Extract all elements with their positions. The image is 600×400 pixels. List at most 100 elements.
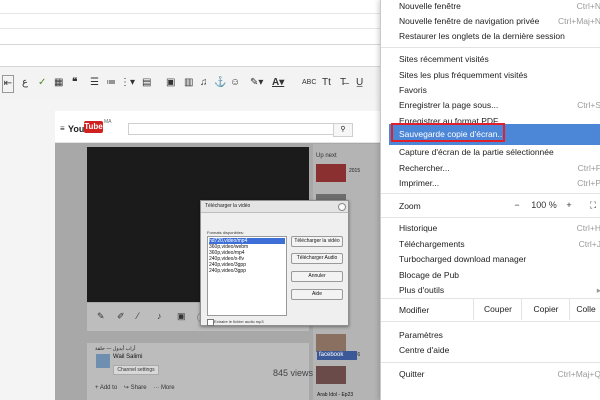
strike-icon[interactable]: T̶ (340, 75, 346, 91)
pen-icon[interactable]: ✎ (97, 311, 105, 322)
zoom-label: Zoom (399, 201, 421, 211)
share-button[interactable]: ↪ Share (124, 385, 147, 391)
highlight-icon[interactable]: ✎▾ (250, 75, 263, 91)
fullscreen-icon[interactable]: ⛶ (585, 200, 600, 211)
channel-name[interactable]: Wail Salimi (113, 354, 142, 360)
font-size-icon[interactable]: Tt (322, 75, 331, 91)
dialog-title: Télécharger la vidéo (205, 203, 251, 209)
formats-list[interactable]: hd720,video/mp4 360p,video/webm 360p,vid… (207, 236, 287, 316)
video-actions: + Add to ↪ Share ··· More (95, 384, 175, 391)
shortcut-new-incognito: Ctrl+Maj+N (558, 16, 600, 26)
menu-item-new-incognito[interactable]: Nouvelle fenêtre de navigation privée (399, 16, 539, 26)
close-icon[interactable] (338, 203, 346, 211)
menu-separator (381, 47, 600, 48)
menu-item-downloads[interactable]: Téléchargements (399, 239, 465, 249)
menu-separator (381, 193, 600, 194)
youtube-region: MA (104, 119, 112, 125)
shortcut-downloads: Ctrl+J (578, 239, 600, 249)
numbered-list-icon[interactable]: ⋮▾ (120, 75, 135, 91)
more-button[interactable]: ··· More (153, 385, 174, 391)
chrome-menu: Nouvelle fenêtre Ctrl+N Nouvelle fenêtre… (380, 0, 600, 400)
video-thumbnail[interactable] (316, 164, 346, 182)
quote-icon[interactable]: ❝ (72, 75, 77, 91)
menu-item-save-page[interactable]: Enregistrer la page sous... (399, 100, 498, 110)
music-icon[interactable]: ♫ (200, 75, 208, 91)
menu-item-help-center[interactable]: Centre d'aide (399, 345, 449, 355)
download-audio-button[interactable]: Télécharger Audio (291, 253, 343, 264)
menu-separator (381, 362, 600, 363)
anchor-icon[interactable]: ⚓ (214, 75, 226, 91)
menu-item-quit[interactable]: Quitter (399, 369, 425, 379)
thumb-year: 2015 (349, 168, 361, 174)
menu-item-new-window[interactable]: Nouvelle fenêtre (399, 1, 461, 11)
bullet-list-icon[interactable]: ≔ (106, 75, 116, 91)
up-next-label: Up next (316, 153, 337, 159)
extract-audio-label: Extraire le fichier audio mp3 (214, 319, 264, 324)
indent-icon[interactable]: ⇤ (2, 75, 14, 93)
video-title: أراب أيدول — حلقة (95, 346, 136, 352)
menu-item-most-visited[interactable]: Sites les plus fréquemment visités (399, 70, 528, 80)
shortcut-save-page: Ctrl+S (577, 100, 600, 110)
menu-item-more-tools[interactable]: Plus d'outils (399, 285, 444, 295)
underline-icon[interactable]: U̲ (356, 75, 363, 91)
abc-icon[interactable]: ABC (302, 75, 316, 91)
video-thumbnail[interactable] (316, 334, 346, 352)
crop-icon[interactable]: ▣ (177, 311, 186, 322)
sidebar-video-title[interactable]: Arab Idol - Ep23 (317, 392, 353, 398)
avatar[interactable] (96, 354, 110, 368)
callout-box (391, 123, 505, 142)
channel-settings-button[interactable]: Channel settings (113, 365, 159, 375)
menu-item-restore-tabs[interactable]: Restaurer les onglets de la dernière ses… (399, 31, 565, 41)
download-dialog: Télécharger la vidéo Formats disponibles… (200, 200, 349, 326)
note-icon[interactable]: ♪ (157, 311, 162, 321)
youtube-header: ≡ You Tube MA ⚲ (55, 111, 380, 143)
menu-item-recent-sites[interactable]: Sites récemment visités (399, 54, 489, 64)
youtube-logo-you[interactable]: You (68, 124, 84, 134)
menu-item-turbocharged[interactable]: Turbocharged download manager (399, 254, 526, 264)
list-icon[interactable]: ☰ (90, 75, 99, 91)
menu-item-settings[interactable]: Paramètres (399, 330, 443, 340)
film-icon[interactable]: ▥ (184, 75, 193, 91)
menu-separator (381, 321, 600, 322)
menu-icon[interactable]: ≡ (60, 124, 65, 133)
zoom-out-button[interactable]: − (509, 200, 525, 210)
shortcut-history: Ctrl+H (576, 223, 600, 233)
image-icon[interactable]: ▣ (166, 75, 175, 91)
menu-item-find[interactable]: Rechercher... (399, 163, 450, 173)
view-count: 845 views (273, 368, 314, 378)
brush-icon[interactable]: ⁄ (137, 311, 139, 321)
shortcut-print: Ctrl+P (577, 178, 600, 188)
search-icon[interactable]: ⚲ (333, 123, 353, 137)
zoom-in-button[interactable]: + (561, 200, 577, 210)
paste-button[interactable]: Colle (569, 298, 600, 320)
extract-audio-checkbox[interactable] (207, 319, 214, 326)
youtube-logo-tube[interactable]: Tube (84, 121, 103, 133)
menu-item-adblock[interactable]: Blocage de Pub (399, 270, 459, 280)
menu-item-print[interactable]: Imprimer... (399, 178, 439, 188)
menu-item-history[interactable]: Historique (399, 223, 437, 233)
video-thumbnail[interactable] (316, 366, 346, 384)
menu-item-capture-selection[interactable]: Capture d'écran de la partie sélectionné… (399, 147, 554, 157)
align-icon[interactable]: ▤ (142, 75, 151, 91)
spell-check-icon[interactable]: ✓ (38, 75, 46, 91)
pencil-icon[interactable]: ✐ (117, 311, 125, 322)
format-option[interactable]: 240p,video/3gpp (209, 268, 285, 274)
youtube-search-input[interactable] (128, 123, 352, 135)
shortcut-find: Ctrl+F (577, 163, 600, 173)
table-icon[interactable]: ▦ (54, 75, 63, 91)
formats-label: Formats disponibles: (207, 230, 244, 235)
cut-button[interactable]: Couper (473, 298, 522, 320)
copy-button[interactable]: Copier (521, 298, 570, 320)
cancel-button[interactable]: Annuler (291, 271, 343, 282)
menu-item-favorites[interactable]: Favoris (399, 85, 427, 95)
editor-title-strip (0, 13, 380, 29)
emoticon-icon[interactable]: ☺ (230, 75, 240, 91)
menu-separator (381, 217, 600, 218)
dialog-titlebar: Télécharger la vidéo (201, 201, 348, 213)
add-to-button[interactable]: + Add to (95, 385, 117, 391)
download-video-button[interactable]: Télécharger la vidéo (291, 236, 343, 247)
help-button[interactable]: Aide (291, 289, 343, 300)
arabic-letter-icon[interactable]: ع (22, 75, 28, 91)
facebook-badge[interactable]: facebook (317, 351, 357, 360)
font-color-icon[interactable]: A▾ (272, 75, 284, 91)
